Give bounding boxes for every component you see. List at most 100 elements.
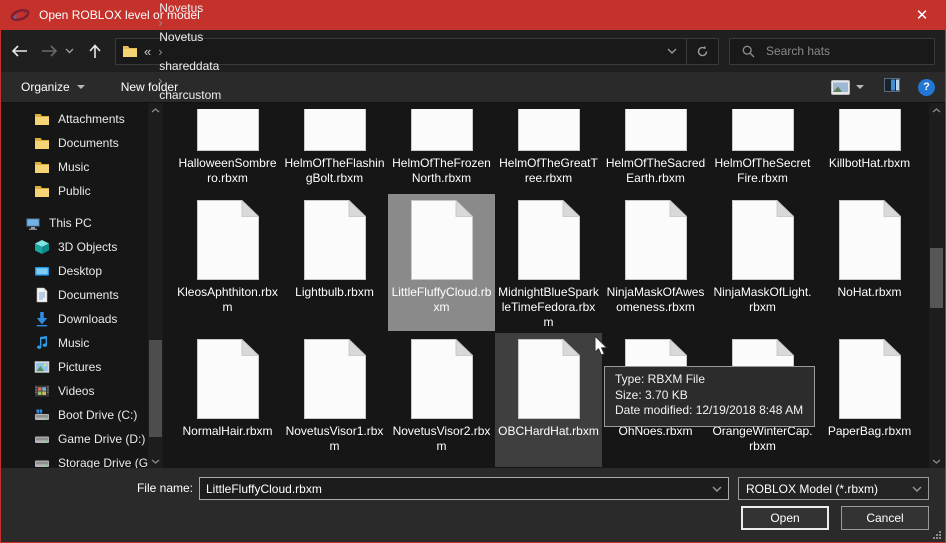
file-item[interactable]: HelmOfTheFrozenNorth.rbxm [388, 103, 495, 186]
sidebar-item-pictures[interactable]: Pictures [1, 355, 164, 379]
file-item[interactable]: OBCHardHat.rbxm [495, 333, 602, 467]
file-item[interactable]: HalloweenSombrero.rbxm [174, 103, 281, 186]
rbxm-file-icon [839, 109, 901, 151]
open-button[interactable]: Open [741, 506, 829, 530]
breadcrumb-segment[interactable]: shareddata [155, 59, 225, 73]
file-name-text: LittleFluffyCloud.rbxm [391, 285, 492, 315]
chevron-down-icon [856, 85, 864, 89]
file-item[interactable]: HelmOfTheFlashingBolt.rbxm [281, 103, 388, 186]
forward-button[interactable] [37, 39, 61, 63]
file-item[interactable]: NinjaMaskOfAwesomeness.rbxm [602, 194, 709, 331]
refresh-icon[interactable] [686, 39, 718, 64]
up-button[interactable] [83, 39, 107, 63]
sidebar-item-desktop[interactable]: Desktop [1, 259, 164, 283]
organize-button[interactable]: Organize [21, 80, 85, 94]
view-mode-button[interactable] [831, 80, 864, 95]
address-dropdown-chevron[interactable] [658, 39, 686, 64]
rbxm-file-icon [518, 339, 580, 419]
cancel-button[interactable]: Cancel [841, 506, 929, 530]
open-file-dialog: Open ROBLOX level or model ✕ « Projects›… [0, 0, 946, 543]
scroll-down-icon[interactable] [929, 454, 944, 468]
videos-icon [34, 383, 50, 399]
file-item[interactable]: HelmOfTheGreatTree.rbxm [495, 103, 602, 186]
sidebar-item-music[interactable]: Music [1, 155, 164, 179]
cube-icon [34, 239, 50, 255]
chevron-down-icon [906, 486, 928, 492]
sidebar-scroll-thumb[interactable] [149, 340, 162, 437]
rbxm-file-icon [732, 109, 794, 151]
scroll-down-icon[interactable] [148, 454, 163, 468]
file-name-text: HalloweenSombrero.rbxm [177, 156, 278, 186]
sidebar-item-label: Videos [58, 384, 94, 398]
file-name-text: KleosAphthiton.rbxm [177, 285, 278, 315]
sidebar-item-label: Pictures [58, 360, 101, 374]
document-icon [34, 287, 50, 303]
file-type-select[interactable]: ROBLOX Model (*.rbxm) [738, 477, 929, 500]
sidebar-item-storage-drive-g[interactable]: Storage Drive (G [1, 451, 164, 468]
file-item[interactable]: MidnightBlueSparkleTimeFedora.rbxm [495, 194, 602, 331]
new-folder-button[interactable]: New folder [121, 80, 178, 94]
recent-locations-chevron[interactable] [61, 39, 77, 63]
sidebar-item-downloads[interactable]: Downloads [1, 307, 164, 331]
pictures-icon [34, 359, 50, 375]
close-button[interactable]: ✕ [899, 0, 945, 30]
tooltip-size: Size: 3.70 KB [615, 388, 803, 404]
sidebar-item-music[interactable]: Music [1, 331, 164, 355]
sidebar-scrollbar[interactable] [148, 103, 163, 468]
file-item[interactable]: Lightbulb.rbxm [281, 194, 388, 331]
file-name-input[interactable]: LittleFluffyCloud.rbxm [199, 477, 729, 500]
sidebar-item-3d-objects[interactable]: 3D Objects [1, 235, 164, 259]
chevron-down-icon [77, 85, 85, 89]
file-name-text: KillbotHat.rbxm [829, 156, 910, 171]
sidebar-item-this-pc[interactable]: This PC [1, 211, 164, 235]
drive-os-icon [34, 407, 50, 423]
file-list-scrollbar[interactable] [929, 103, 944, 468]
breadcrumb-segment[interactable]: Novetus [155, 1, 225, 15]
rbxm-file-icon [197, 109, 259, 151]
sidebar-item-documents[interactable]: Documents [1, 283, 164, 307]
sidebar-item-boot-drive-c[interactable]: Boot Drive (C:) [1, 403, 164, 427]
file-scroll-thumb[interactable] [930, 248, 943, 308]
tooltip-type: Type: RBXM File [615, 372, 803, 388]
rbxm-file-icon [839, 200, 901, 280]
breadcrumb-segment[interactable]: Novetus [155, 30, 225, 44]
breadcrumb-separator-icon: › [155, 15, 165, 30]
breadcrumb[interactable]: « Projects›Novetus›Novetus›shareddata›ch… [115, 38, 719, 65]
search-input[interactable]: Search hats [729, 38, 935, 65]
file-item[interactable]: NormalHair.rbxm [174, 333, 281, 467]
file-item[interactable]: HelmOfTheSacredEarth.rbxm [602, 103, 709, 186]
file-item[interactable]: NovetusVisor1.rbxm [281, 333, 388, 467]
breadcrumb-overflow-chevron[interactable]: « [138, 44, 155, 59]
rbxm-file-icon [839, 339, 901, 419]
sidebar-item-game-drive-d[interactable]: Game Drive (D:) [1, 427, 164, 451]
rbxm-file-icon [518, 109, 580, 151]
sidebar-item-label: This PC [49, 216, 92, 230]
scroll-up-icon[interactable] [929, 103, 944, 117]
preview-pane-button[interactable] [884, 78, 900, 97]
file-item[interactable]: PaperBag.rbxm [816, 333, 923, 467]
file-item[interactable]: NovetusVisor2.rbxm [388, 333, 495, 467]
help-button[interactable]: ? [918, 79, 935, 96]
file-item[interactable]: LittleFluffyCloud.rbxm [388, 194, 495, 331]
scroll-up-icon[interactable] [148, 103, 163, 117]
back-button[interactable] [7, 39, 31, 63]
file-item[interactable]: NinjaMaskOfLight.rbxm [709, 194, 816, 331]
sidebar-item-attachments[interactable]: Attachments [1, 107, 164, 131]
sidebar-item-public[interactable]: Public [1, 179, 164, 203]
pc-icon [25, 215, 41, 231]
title-bar[interactable]: Open ROBLOX level or model ✕ [1, 0, 945, 30]
sidebar-item-documents[interactable]: Documents [1, 131, 164, 155]
file-item[interactable]: NoHat.rbxm [816, 194, 923, 331]
sidebar-item-label: Music [58, 336, 89, 350]
tooltip-modified: Date modified: 12/19/2018 8:48 AM [615, 403, 803, 419]
file-item[interactable]: KleosAphthiton.rbxm [174, 194, 281, 331]
file-name-text: NovetusVisor1.rbxm [284, 424, 385, 454]
sidebar-item-videos[interactable]: Videos [1, 379, 164, 403]
file-list: HalloweenSombrero.rbxmHelmOfTheFlashingB… [164, 103, 945, 468]
resize-grip[interactable] [932, 530, 942, 540]
file-item[interactable]: KillbotHat.rbxm [816, 103, 923, 186]
file-name-text: HelmOfTheSacredEarth.rbxm [605, 156, 706, 186]
chevron-down-icon[interactable] [706, 486, 728, 492]
file-item[interactable]: HelmOfTheSecretFire.rbxm [709, 103, 816, 186]
download-icon [34, 311, 50, 327]
